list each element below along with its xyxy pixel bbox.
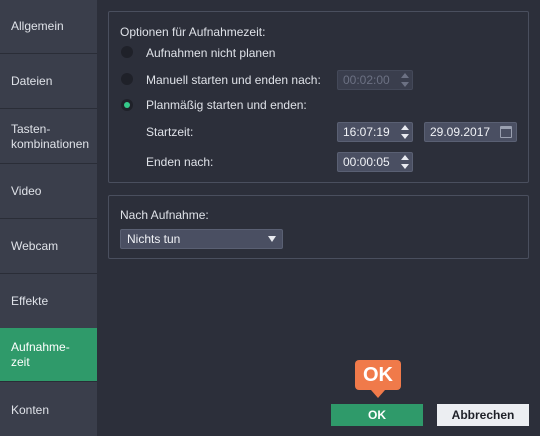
sidebar-item-allgemein[interactable]: Allgemein <box>0 0 97 54</box>
after-recording-select[interactable]: Nichts tun <box>120 229 283 249</box>
recording-time-title: Optionen für Aufnahmezeit: <box>120 25 266 39</box>
sidebar-item-label: Dateien <box>11 74 53 88</box>
manual-duration-spinner <box>401 72 409 88</box>
sidebar-item-dateien[interactable]: Dateien <box>0 55 97 109</box>
radio-manual-duration-label[interactable]: Manuell starten und enden nach: <box>146 73 321 87</box>
radio-no-schedule[interactable] <box>121 46 133 58</box>
start-date-input[interactable]: 29.09.2017 <box>424 122 517 142</box>
start-date-value: 29.09.2017 <box>430 125 491 139</box>
sidebar-item-label: Konten <box>11 402 50 417</box>
radio-scheduled-label[interactable]: Planmäßig starten und enden: <box>146 98 307 112</box>
start-time-input[interactable]: 16:07:19 <box>337 122 413 142</box>
radio-manual-duration[interactable] <box>121 73 133 85</box>
manual-duration-value: 00:02:00 <box>343 73 390 87</box>
start-time-spinner[interactable] <box>401 124 409 140</box>
sidebar-item-label: Effekte <box>11 294 49 308</box>
sidebar-item-aufnahmezeit[interactable]: Aufnahme- zeit <box>0 328 97 382</box>
ok-button[interactable]: OK <box>331 404 423 426</box>
after-recording-panel <box>108 195 529 259</box>
calendar-icon[interactable] <box>500 126 512 138</box>
cancel-button[interactable]: Abbrechen <box>437 404 529 426</box>
sidebar-item-label: Tasten- kombinationen <box>11 121 90 151</box>
after-recording-value: Nichts tun <box>127 232 181 246</box>
start-time-label: Startzeit: <box>146 125 194 139</box>
sidebar-item-effekte[interactable]: Effekte <box>0 275 97 329</box>
manual-duration-input: 00:02:00 <box>337 70 413 90</box>
end-after-value: 00:00:05 <box>343 155 390 169</box>
settings-sidebar: Allgemein Dateien Tasten- kombinationen … <box>0 0 97 436</box>
end-after-label: Enden nach: <box>146 155 214 169</box>
start-time-value: 16:07:19 <box>343 125 390 139</box>
sidebar-item-label: Allgemein <box>11 19 64 33</box>
after-recording-title: Nach Aufnahme: <box>120 208 209 222</box>
end-after-input[interactable]: 00:00:05 <box>337 152 413 172</box>
ok-callout: OK <box>355 360 401 398</box>
sidebar-item-tastenkombinationen[interactable]: Tasten- kombinationen <box>0 110 97 164</box>
sidebar-item-label: Aufnahme- zeit <box>11 339 70 369</box>
sidebar-item-webcam[interactable]: Webcam <box>0 220 97 274</box>
radio-scheduled[interactable] <box>121 99 133 111</box>
sidebar-item-video[interactable]: Video <box>0 165 97 219</box>
radio-no-schedule-label[interactable]: Aufnahmen nicht planen <box>146 46 275 60</box>
sidebar-item-label: Webcam <box>11 239 59 253</box>
sidebar-item-label: Video <box>11 184 42 198</box>
sidebar-item-konten[interactable]: Konten <box>0 383 97 436</box>
chevron-down-icon <box>268 236 276 242</box>
end-after-spinner[interactable] <box>401 154 409 170</box>
